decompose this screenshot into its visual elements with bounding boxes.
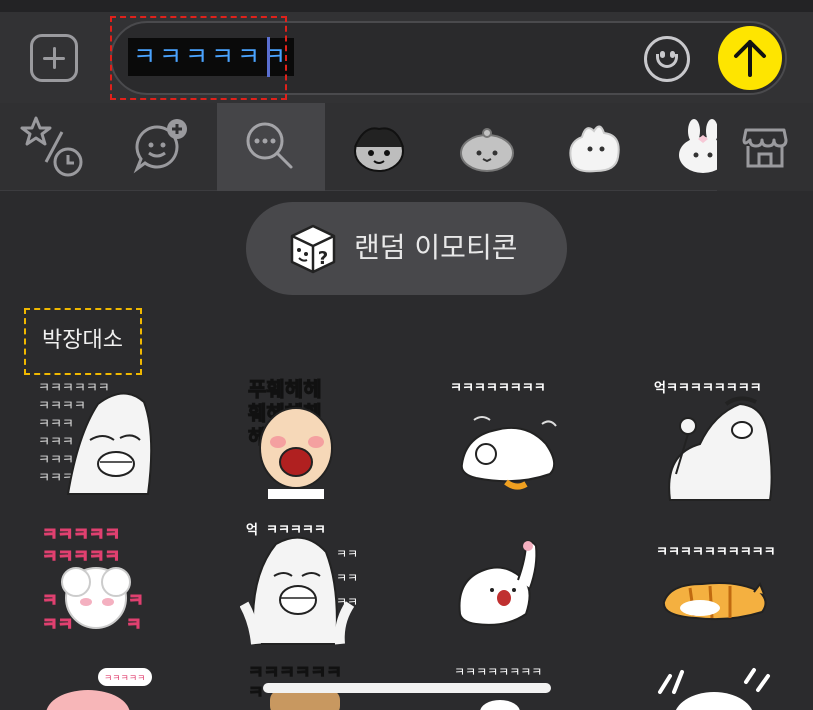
sticker-item[interactable]: ㅋㅋㅋㅋㅋㅋㅋㅋㅋㅋ (650, 518, 780, 648)
svg-text:ㅋㅋ: ㅋㅋ (42, 615, 73, 635)
emoticon-add-icon (133, 119, 187, 174)
tab-sticker-pack-bear[interactable] (433, 103, 541, 191)
tab-favorites-recent[interactable] (0, 103, 108, 191)
sticker-item[interactable] (650, 662, 780, 710)
svg-text:ㅋ: ㅋ (248, 683, 264, 703)
svg-text:ㅋㅋ: ㅋㅋ (336, 571, 358, 585)
tab-emoticon-add[interactable] (108, 103, 216, 191)
sticker-item[interactable] (446, 518, 576, 648)
sticker-tab-bar (0, 103, 813, 191)
sticker-item[interactable]: ㅋㅋㅋㅋㅋ (28, 662, 158, 710)
sticker-pack-bear (460, 128, 514, 172)
svg-text:ㅋㅋㅋㅋㅋ: ㅋㅋㅋㅋㅋ (104, 674, 145, 684)
svg-text:ㅋ: ㅋ (126, 615, 142, 635)
svg-text:ㅋㅋㅋㅋㅋㅋㅋㅋ: ㅋㅋㅋㅋㅋㅋㅋㅋ (454, 665, 542, 679)
svg-text:ㅋㅋㅋ: ㅋㅋㅋ (38, 471, 74, 486)
tab-store[interactable] (717, 103, 813, 191)
sticker-item[interactable]: 억ㅋㅋㅋㅋㅋㅋㅋㅋ (650, 374, 780, 504)
sticker-item[interactable]: 억 ㅋㅋㅋㅋㅋ ㅋㅋ ㅋㅋ ㅋㅋ (239, 518, 370, 648)
svg-text:ㅋㅋㅋㅋㅋ: ㅋㅋㅋㅋㅋ (42, 525, 120, 545)
attach-plus-icon[interactable] (30, 34, 78, 82)
search-icon (246, 122, 293, 169)
svg-text:ㅋ: ㅋ (128, 591, 144, 611)
svg-text:푸훼헤헤: 푸훼헤헤 (248, 377, 322, 401)
home-indicator (263, 683, 551, 693)
section-title-box: 박장대소 (24, 308, 142, 375)
send-button[interactable] (718, 26, 782, 90)
sticker-pack-girl (354, 127, 404, 172)
svg-text:ㅋㅋㅋ: ㅋㅋㅋ (38, 417, 74, 432)
random-dice-icon: ? (290, 224, 336, 274)
svg-text:ㅋㅋㅋㅋㅋㅋ: ㅋㅋㅋㅋㅋㅋ (38, 381, 110, 396)
status-strip (0, 0, 813, 12)
sticker-item[interactable]: ㅋㅋㅋㅋㅋ ㅋㅋㅋㅋㅋ ㅋ ㅋ ㅋㅋ ㅋ (28, 518, 158, 648)
svg-text:억ㅋㅋㅋㅋㅋㅋㅋㅋ: 억ㅋㅋㅋㅋㅋㅋㅋㅋ (654, 381, 762, 396)
svg-text:ㅋㅋㅋ: ㅋㅋㅋ (38, 453, 74, 468)
tab-search[interactable] (217, 103, 325, 191)
tab-sticker-pack-girl[interactable] (325, 103, 433, 191)
emoji-face-icon[interactable] (644, 36, 690, 82)
svg-text:ㅋㅋㅋ: ㅋㅋㅋ (38, 435, 74, 450)
sticker-item[interactable]: ㅋㅋㅋㅋㅋㅋ ㅋㅋㅋㅋ ㅋㅋㅋ ㅋㅋㅋ ㅋㅋㅋ ㅋㅋㅋ (28, 374, 158, 504)
random-emoticon-button[interactable]: ? 랜덤 이모티콘 (246, 202, 567, 295)
svg-text:ㅋㅋㅋㅋㅋㅋㅋㅋ: ㅋㅋㅋㅋㅋㅋㅋㅋ (450, 381, 546, 396)
svg-text:ㅋㅋㅋㅋㅋㅋㅋㅋㅋㅋ: ㅋㅋㅋㅋㅋㅋㅋㅋㅋㅋ (656, 545, 776, 560)
store-icon (742, 128, 788, 168)
sticker-item[interactable]: ㅋㅋㅋㅋㅋㅋㅋㅋ (446, 374, 576, 504)
favorites-recent-icon (20, 116, 83, 177)
random-emoticon-label: 랜덤 이모티콘 (354, 231, 518, 264)
tab-sticker-pack-blob[interactable] (541, 103, 649, 191)
input-highlight-box (110, 16, 287, 100)
section-title: 박장대소 (42, 328, 123, 353)
svg-text:ㅋ: ㅋ (42, 591, 58, 611)
svg-text:?: ? (318, 248, 328, 269)
arrow-up-icon (734, 40, 766, 77)
svg-text:ㅋㅋㅋㅋㅋ: ㅋㅋㅋㅋㅋ (42, 547, 120, 567)
svg-text:ㅋㅋㅋㅋㅋ: ㅋㅋㅋㅋㅋ (266, 523, 326, 538)
svg-text:억: 억 (246, 523, 258, 538)
sticker-pack-blob (569, 125, 620, 173)
svg-text:ㅋㅋ: ㅋㅋ (336, 547, 358, 561)
svg-text:ㅋㅋㅋㅋㅋㅋ: ㅋㅋㅋㅋㅋㅋ (248, 663, 342, 683)
sticker-item[interactable]: 푸훼헤헤 훼헤헤훼 헤헤헤헴 (240, 374, 370, 504)
svg-text:ㅋㅋㅋㅋ: ㅋㅋㅋㅋ (38, 399, 86, 414)
